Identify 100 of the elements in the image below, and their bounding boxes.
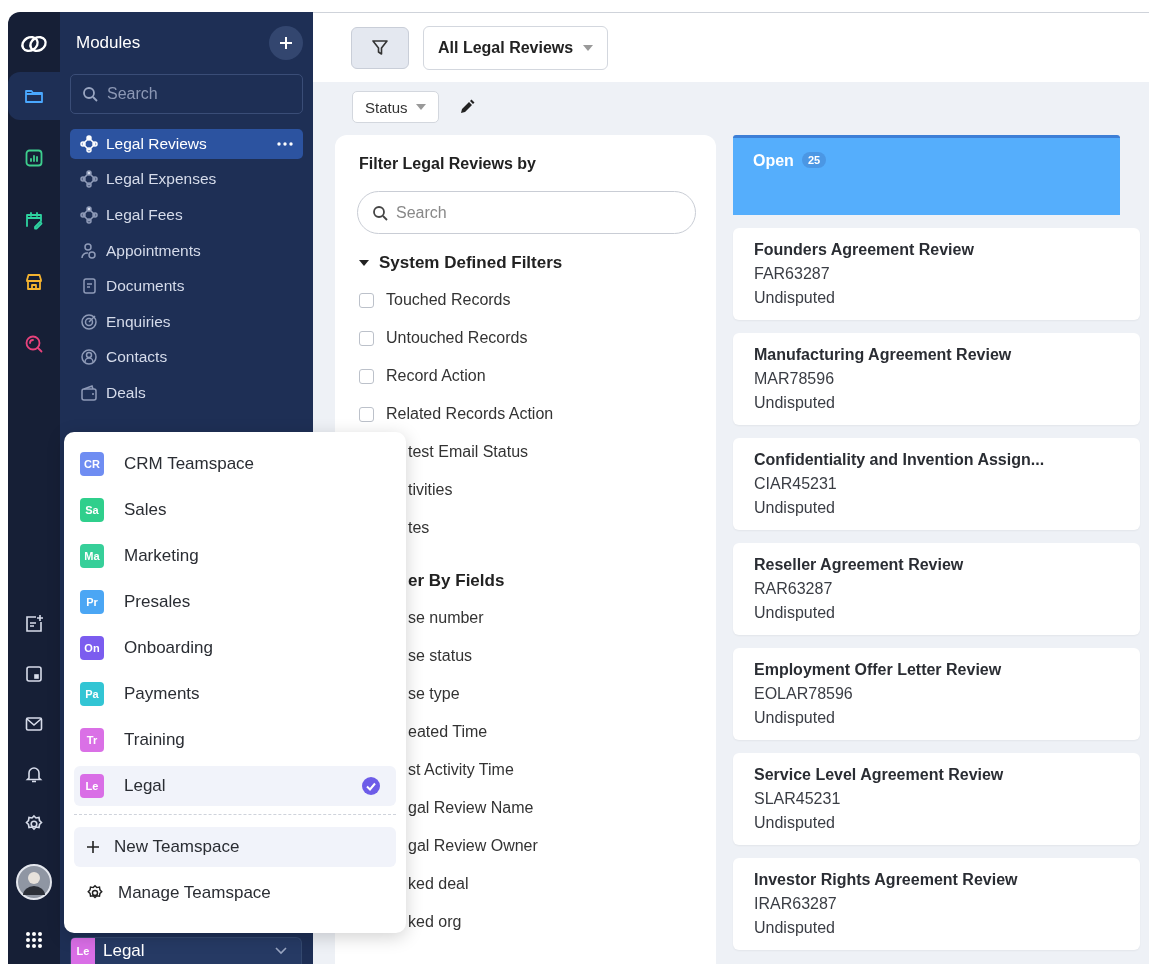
card-title: Service Level Agreement Review [754, 765, 1005, 785]
filter-option[interactable]: test Email Status [408, 443, 529, 461]
teamspace-badge: Le [80, 774, 104, 798]
filter-option[interactable]: Related Records Action [359, 395, 696, 433]
nodes-icon [80, 170, 98, 189]
record-card[interactable]: Confidentiality and Invention Assign... CIAR45231 Undisputed [733, 438, 1140, 530]
teamspace-badge: Tr [80, 728, 104, 752]
card-code: EOLAR78596 [754, 684, 854, 704]
mail-icon[interactable] [24, 714, 44, 734]
filter-option[interactable]: ked org [408, 913, 462, 931]
count-badge: 25 [801, 152, 827, 168]
app-grid-icon[interactable] [24, 930, 44, 950]
module-item[interactable]: Legal Fees [70, 197, 303, 233]
filter-option[interactable]: st Activity Time [408, 761, 514, 779]
search-field[interactable]: Search [70, 74, 303, 114]
calendar-edit-icon [24, 210, 44, 230]
record-card[interactable]: Founders Agreement Review FAR63287 Undisputed [733, 228, 1140, 320]
filter-option[interactable]: se status [408, 647, 473, 665]
filter-button[interactable] [351, 26, 409, 69]
filter-icon [371, 38, 389, 57]
module-item[interactable]: Deals [70, 375, 303, 411]
checkbox[interactable] [359, 368, 374, 384]
calendar-icon[interactable] [24, 664, 44, 684]
card-status: Undisputed [754, 603, 836, 623]
module-item[interactable]: Legal Reviews [70, 129, 303, 159]
app-tab[interactable] [8, 72, 60, 120]
filter-option[interactable]: ked deal [408, 875, 469, 893]
card-status: Undisputed [754, 498, 836, 518]
teamspace-badge: Ma [80, 544, 104, 568]
sidebar-title: Modules [76, 33, 141, 53]
module-item[interactable]: Appointments [70, 232, 303, 269]
filter-option[interactable]: tivities [408, 481, 453, 499]
record-card[interactable]: Employment Offer Letter Review EOLAR78596 Undisputed [733, 648, 1140, 740]
teamspace-item[interactable]: On Onboarding [74, 628, 396, 668]
view-dropdown[interactable]: All Legal Reviews [423, 25, 609, 70]
filter-option[interactable]: tes [408, 519, 430, 537]
card-title: Confidentiality and Invention Assign... [754, 450, 1046, 470]
teamspace-badge: CR [80, 452, 104, 476]
bell-icon[interactable] [24, 764, 44, 784]
pencil-icon[interactable] [458, 99, 475, 115]
teamspace-item[interactable]: Tr Training [74, 720, 396, 760]
note-add-icon[interactable] [24, 614, 44, 634]
filter-title: Filter Legal Reviews by [359, 154, 537, 174]
filter-option[interactable]: eated Time [408, 723, 488, 741]
chart-icon [24, 148, 44, 168]
module-item[interactable]: Contacts [70, 339, 303, 376]
teamspace-item[interactable]: Pa Payments [74, 674, 396, 714]
filter-option[interactable]: Untouched Records [359, 319, 696, 357]
group-by-dropdown[interactable]: Status [352, 91, 439, 123]
teamspace-item[interactable]: CR CRM Teamspace [74, 444, 396, 484]
record-card[interactable]: Service Level Agreement Review SLAR45231 Undisputed [733, 753, 1140, 845]
chevron-icon [275, 947, 287, 955]
filter-option[interactable]: Record Action [359, 357, 696, 395]
card-title: Employment Offer Letter Review [754, 660, 1003, 680]
teamspace-item[interactable]: Pr Presales [74, 582, 396, 622]
filter-option[interactable]: se type [408, 685, 460, 703]
filter-option[interactable]: se number [408, 609, 484, 627]
filter-option[interactable]: gal Review Name [408, 799, 534, 817]
search-icon [372, 205, 388, 221]
checkbox[interactable] [359, 330, 374, 346]
teamspace-badge: On [80, 636, 104, 660]
search-icon [24, 334, 44, 354]
menu-action[interactable]: Manage Teamspace [74, 873, 396, 913]
target-icon [80, 312, 98, 331]
contact-icon [80, 348, 98, 367]
teamspace-badge: Pr [80, 590, 104, 614]
teamspace-item[interactable]: Le Legal [74, 766, 396, 806]
filter-option[interactable]: gal Review Owner [408, 837, 538, 855]
module-item[interactable]: Documents [70, 268, 303, 304]
column-title: Open [753, 152, 794, 170]
avatar[interactable] [16, 864, 52, 900]
card-code: CIAR45231 [754, 474, 838, 494]
checkbox[interactable] [359, 406, 374, 422]
card-code: RAR63287 [754, 579, 834, 599]
checkbox[interactable] [359, 292, 374, 308]
card-status: Undisputed [754, 393, 836, 413]
filter-search-field[interactable]: Search [357, 191, 696, 234]
store-icon [24, 272, 44, 292]
teamspace-selector[interactable]: Le Legal [70, 937, 302, 964]
menu-action[interactable]: New Teamspace [74, 827, 396, 867]
more-icon[interactable] [277, 142, 293, 146]
logo-icon[interactable] [20, 34, 48, 54]
card-title: Reseller Agreement Review [754, 555, 965, 575]
plus-icon [86, 840, 100, 854]
nodes-icon [80, 206, 98, 224]
record-card[interactable]: Manufacturing Agreement Review MAR78596 Undisputed [733, 333, 1140, 425]
module-item[interactable]: Legal Expenses [70, 161, 303, 198]
card-code: FAR63287 [754, 264, 831, 284]
record-card[interactable]: Reseller Agreement Review RAR63287 Undisputed [733, 543, 1140, 635]
people-icon [80, 241, 98, 260]
filter-section-header[interactable]: System Defined Filters [359, 252, 696, 274]
teamspace-item[interactable]: Ma Marketing [74, 536, 396, 576]
teamspace-item[interactable]: Sa Sales [74, 490, 396, 530]
card-title: Manufacturing Agreement Review [754, 345, 1013, 365]
module-item[interactable]: Enquiries [70, 303, 303, 340]
card-code: SLAR45231 [754, 789, 842, 809]
add-module-button[interactable] [269, 26, 303, 60]
filter-option[interactable]: Touched Records [359, 281, 696, 319]
record-card[interactable]: Investor Rights Agreement Review IRAR63287 Undisputed [733, 858, 1140, 950]
caret-icon [359, 260, 369, 266]
